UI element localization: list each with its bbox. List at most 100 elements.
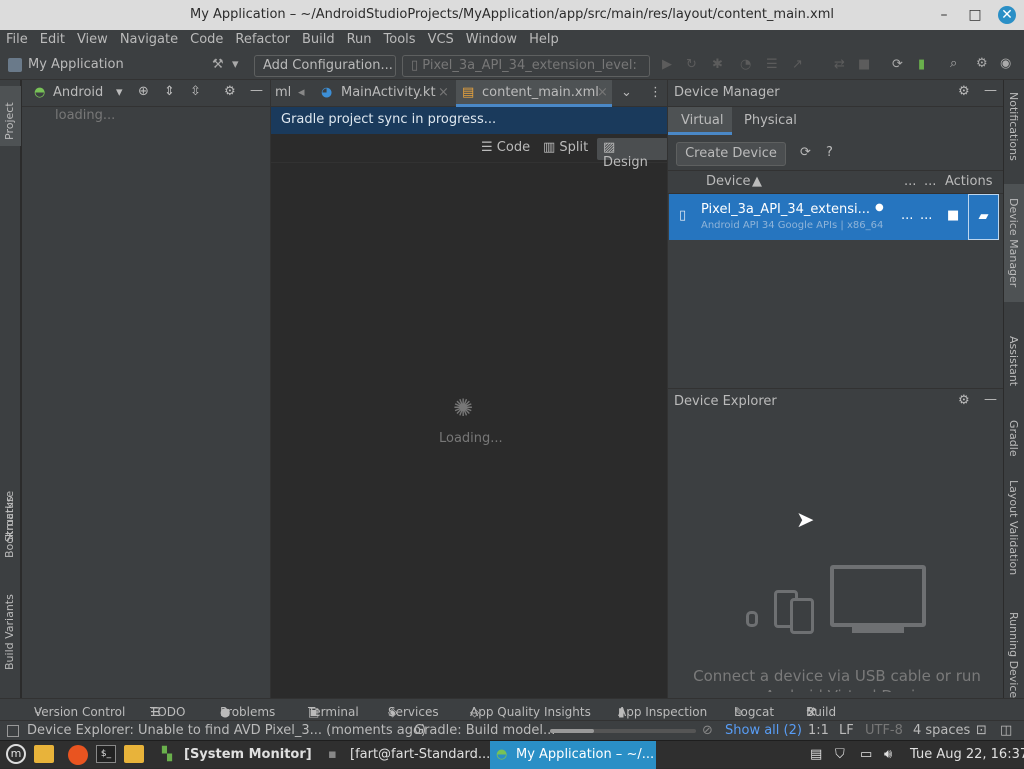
- tab-content-main-active[interactable]: ▤ content_main.xml ×: [456, 80, 612, 107]
- lock-icon[interactable]: ⊡: [976, 723, 987, 738]
- menu-window[interactable]: Window: [460, 30, 523, 47]
- shield-icon[interactable]: ⛉: [835, 747, 845, 762]
- memory-icon[interactable]: ◫: [1000, 723, 1012, 738]
- collapse-all-icon[interactable]: ⇳: [190, 84, 201, 99]
- caret-position[interactable]: 1:1: [808, 723, 829, 738]
- device-selector[interactable]: ▯ Pixel_3a_API_34_extension_level:: [402, 55, 650, 77]
- search-icon[interactable]: ⌕: [950, 56, 957, 71]
- ubuntu-icon[interactable]: [68, 745, 88, 765]
- menu-build[interactable]: Build: [296, 30, 341, 47]
- chevron-down-icon[interactable]: ▾: [116, 85, 123, 100]
- more-icon[interactable]: ⋮: [649, 85, 662, 100]
- task-terminal[interactable]: [fart@fart-Standard...: [350, 747, 490, 762]
- stop-icon[interactable]: ■: [947, 208, 959, 223]
- profile-icon[interactable]: ◔: [740, 57, 751, 72]
- terminal-app-icon[interactable]: $_: [96, 745, 116, 763]
- gear-icon[interactable]: ⚙: [958, 84, 970, 99]
- volume-icon[interactable]: 🔊︎: [884, 747, 892, 762]
- crosshair-icon[interactable]: ⊕: [138, 84, 149, 99]
- attach-icon[interactable]: ↗: [792, 57, 803, 72]
- tab-main-activity[interactable]: MainActivity.kt: [341, 85, 436, 100]
- minimize-button[interactable]: –: [935, 6, 953, 24]
- line-separator[interactable]: LF: [839, 723, 854, 738]
- tool-gradle[interactable]: Gradle: [1007, 420, 1020, 457]
- indent-setting[interactable]: 4 spaces: [913, 723, 970, 738]
- expand-all-icon[interactable]: ⇕: [164, 84, 175, 99]
- hide-icon[interactable]: —: [984, 392, 997, 407]
- gear-icon[interactable]: ⚙: [976, 56, 988, 71]
- row-dots2[interactable]: ...: [920, 208, 932, 223]
- menu-tools[interactable]: Tools: [378, 30, 422, 47]
- menu-run[interactable]: Run: [341, 30, 378, 47]
- tab-partial[interactable]: ml: [275, 85, 291, 100]
- gear-icon[interactable]: ⚙: [224, 84, 236, 99]
- folder-icon[interactable]: ▰: [968, 194, 999, 240]
- tab-scroll-left-icon[interactable]: ◂: [298, 85, 305, 100]
- task-studio-active[interactable]: ◓ My Application – ~/...: [490, 741, 656, 769]
- window-icon[interactable]: ▭: [860, 747, 872, 762]
- clipboard-icon[interactable]: ▤: [810, 747, 822, 762]
- row-dots1[interactable]: ...: [901, 208, 913, 223]
- tab-physical[interactable]: Physical: [744, 113, 797, 128]
- col-device[interactable]: Device: [706, 174, 750, 189]
- run-icon[interactable]: ▶: [662, 57, 672, 72]
- hide-icon[interactable]: —: [984, 83, 997, 98]
- folder-app-icon[interactable]: [124, 745, 144, 763]
- apply-changes-icon[interactable]: ⇄: [834, 57, 845, 72]
- tool-bookmarks[interactable]: Bookmarks: [3, 497, 16, 558]
- task-system-monitor[interactable]: [System Monitor]: [184, 747, 312, 762]
- menu-vcs[interactable]: VCS: [422, 30, 460, 47]
- refresh-icon[interactable]: ⟳: [800, 145, 811, 160]
- coverage-icon[interactable]: ☰: [766, 57, 778, 72]
- tool-build-variants[interactable]: Build Variants: [3, 594, 16, 670]
- tool-notifications[interactable]: Notifications: [1007, 92, 1020, 161]
- col-dots1[interactable]: ...: [904, 174, 916, 189]
- mode-code[interactable]: ☰ Code: [475, 138, 536, 160]
- menu-edit[interactable]: Edit: [34, 30, 71, 47]
- gradle-status[interactable]: Gradle: Build model...: [414, 723, 555, 738]
- col-dots2[interactable]: ...: [924, 174, 936, 189]
- sync-icon[interactable]: ⟳: [892, 57, 903, 72]
- menu-logo-icon[interactable]: m: [6, 744, 26, 764]
- hide-icon[interactable]: —: [250, 83, 263, 98]
- help-icon[interactable]: ?: [826, 145, 833, 160]
- tool-assistant[interactable]: Assistant: [1007, 336, 1020, 386]
- project-view-mode[interactable]: Android: [53, 85, 103, 100]
- close-button[interactable]: ✕: [998, 6, 1016, 24]
- account-icon[interactable]: ◉: [1000, 56, 1011, 71]
- tool-layout-validation[interactable]: Layout Validation: [1007, 480, 1020, 575]
- hammer-icon[interactable]: ⚒: [212, 57, 224, 72]
- mode-split[interactable]: ▥ Split: [537, 138, 594, 160]
- show-all-link[interactable]: Show all (2): [725, 723, 802, 738]
- project-name[interactable]: My Application: [28, 57, 124, 72]
- status-message[interactable]: Device Explorer: Unable to find AVD Pixe…: [27, 723, 426, 738]
- rerun-icon[interactable]: ↻: [686, 57, 697, 72]
- tool-device-manager[interactable]: Device Manager: [1007, 198, 1020, 287]
- mode-design[interactable]: ▨ Design: [597, 138, 668, 170]
- status-toggle-icon[interactable]: [7, 725, 19, 737]
- device-row[interactable]: ▯ Pixel_3a_API_34_extensi... ● Android A…: [669, 194, 999, 240]
- close-icon[interactable]: ×: [597, 85, 608, 100]
- menu-refactor[interactable]: Refactor: [229, 30, 296, 47]
- tabs-dropdown-icon[interactable]: ⌄: [621, 85, 632, 100]
- cancel-icon[interactable]: ⊘: [702, 723, 713, 738]
- files-icon[interactable]: [34, 745, 54, 763]
- gear-icon[interactable]: ⚙: [958, 393, 970, 408]
- menu-file[interactable]: File: [0, 30, 34, 47]
- menu-navigate[interactable]: Navigate: [114, 30, 184, 47]
- tab-virtual[interactable]: Virtual: [668, 107, 732, 135]
- menu-view[interactable]: View: [71, 30, 114, 47]
- close-icon[interactable]: ×: [438, 85, 449, 100]
- file-encoding[interactable]: UTF-8: [865, 723, 903, 738]
- device-manager-icon[interactable]: ▮: [918, 57, 925, 72]
- sort-up-icon[interactable]: ▲: [752, 174, 762, 189]
- tool-running-devices[interactable]: Running Devices: [1007, 612, 1020, 704]
- menu-code[interactable]: Code: [184, 30, 229, 47]
- add-configuration-button[interactable]: Add Configuration...: [254, 55, 396, 77]
- menu-help[interactable]: Help: [523, 30, 565, 47]
- tool-project[interactable]: Project: [3, 102, 16, 140]
- debug-icon[interactable]: ✱: [712, 57, 723, 72]
- chevron-down-icon[interactable]: ▾: [232, 57, 239, 72]
- maximize-button[interactable]: □: [966, 6, 984, 24]
- clock[interactable]: Tue Aug 22, 16:37: [910, 747, 1024, 762]
